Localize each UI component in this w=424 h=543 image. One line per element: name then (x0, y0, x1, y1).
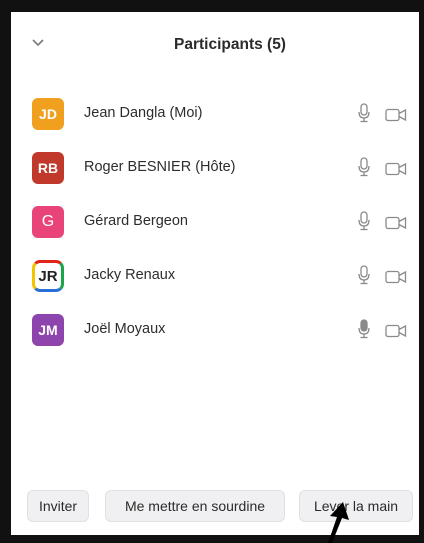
avatar: RB (32, 152, 64, 184)
participant-name: Jean Dangla (Moi) (84, 105, 203, 121)
microphone-icon[interactable] (358, 265, 370, 285)
video-camera-off-icon[interactable] (385, 216, 407, 230)
list-item[interactable]: JM Joël Moyaux (11, 300, 419, 354)
microphone-icon[interactable] (358, 157, 370, 177)
raise-hand-button[interactable]: Lever la main (299, 490, 413, 522)
video-camera-off-icon[interactable] (385, 108, 407, 122)
mute-me-button[interactable]: Me mettre en sourdine (105, 490, 285, 522)
avatar: JD (32, 98, 64, 130)
avatar: G (32, 206, 64, 238)
microphone-icon[interactable] (358, 103, 370, 123)
panel-title: Participants (5) (174, 36, 286, 53)
list-item[interactable]: JD Jean Dangla (Moi) (11, 84, 419, 138)
microphone-icon[interactable] (358, 211, 370, 231)
participant-name: Jacky Renaux (84, 267, 176, 283)
microphone-active-icon[interactable] (358, 319, 370, 339)
list-item[interactable]: G Gérard Bergeon (11, 192, 419, 246)
participant-name: Joël Moyaux (84, 321, 166, 337)
list-item[interactable]: JR Jacky Renaux (11, 246, 419, 300)
avatar: JM (32, 314, 64, 346)
video-camera-off-icon[interactable] (385, 162, 407, 176)
participant-name: Gérard Bergeon (84, 213, 188, 229)
avatar: JR (32, 260, 64, 292)
arrow-pointer-icon (328, 502, 349, 543)
panel-footer: Inviter Me mettre en sourdine Lever la m… (11, 477, 419, 535)
participants-panel: Participants (5) JD Jean Dangla (Moi) RB… (11, 12, 419, 535)
participant-list: JD Jean Dangla (Moi) RB Roger BESNIER (H… (11, 84, 419, 354)
panel-header: Participants (5) (11, 12, 419, 78)
video-camera-off-icon[interactable] (385, 324, 407, 338)
list-item[interactable]: RB Roger BESNIER (Hôte) (11, 138, 419, 192)
video-camera-off-icon[interactable] (385, 270, 407, 284)
invite-button[interactable]: Inviter (27, 490, 89, 522)
participant-name: Roger BESNIER (Hôte) (84, 159, 236, 175)
